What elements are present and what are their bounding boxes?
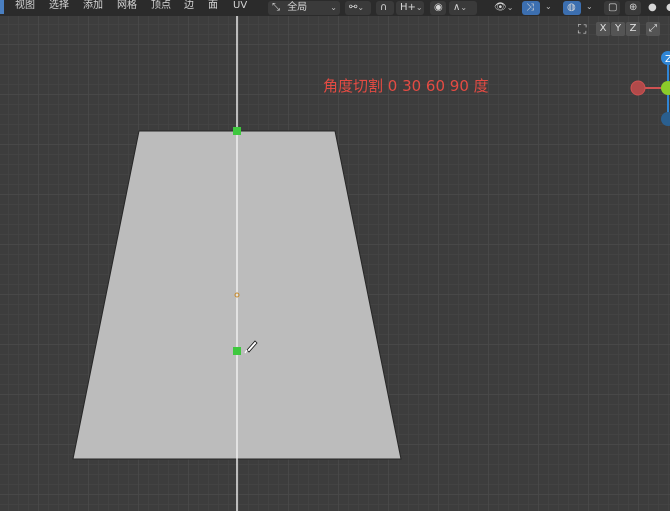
gizmo-z-negative[interactable] — [661, 112, 670, 126]
solid-shading-icon: ● — [648, 2, 657, 13]
menu-item-select[interactable]: 选择 — [49, 0, 69, 12]
selected-vertex-mid[interactable] — [233, 347, 241, 355]
header-bar: 视图 选择 添加 网格 顶点 边 面 UV ⤡ 全局 ⌄ ⚯⌄ ∩ H+⌄ ◉ … — [0, 0, 670, 16]
hint-text: 角度切割 0 30 60 90 度 — [323, 77, 489, 95]
navigation-gizmo[interactable]: Z — [620, 45, 670, 135]
maximize-icon[interactable]: ⤢ — [646, 22, 660, 36]
lock-axis-icon: ⛶ — [578, 22, 587, 36]
cursor-tool-icon: ⤨ — [526, 2, 534, 13]
pivot-link-dropdown[interactable]: ⚯⌄ — [345, 1, 371, 15]
menu-item-mesh[interactable]: 网格 — [117, 0, 137, 12]
transform-orientation-dropdown[interactable]: ⤡ 全局 ⌄ — [268, 1, 340, 15]
menu-item-add[interactable]: 添加 — [83, 0, 103, 12]
solid-shading-button[interactable]: ● — [644, 1, 660, 15]
chevron-down-icon[interactable]: ⌄ — [586, 1, 593, 13]
menu-item-edge[interactable]: 边 — [184, 0, 194, 12]
material-shading-icon: ◐ — [666, 2, 670, 13]
snap-target-dropdown[interactable]: H+⌄ — [396, 1, 424, 15]
visibility-dropdown[interactable]: 👁⌄ — [490, 1, 518, 15]
overlay-toggle[interactable]: ◍ — [563, 1, 581, 15]
chevron-down-icon: ⌄ — [460, 3, 468, 12]
selected-vertex-top[interactable] — [233, 127, 241, 135]
axis-y-button[interactable]: Y — [611, 22, 625, 36]
falloff-dropdown[interactable]: ∧⌄ — [449, 1, 477, 15]
xray-toggle[interactable]: ▢ — [604, 1, 620, 15]
axis-z-button[interactable]: Z — [626, 22, 640, 36]
menu-item-uv[interactable]: UV — [233, 0, 247, 12]
eye-icon: 👁 — [494, 2, 507, 13]
editor-type-button[interactable] — [0, 0, 4, 14]
chevron-down-icon: ⌄ — [506, 3, 514, 12]
snap-toggle[interactable]: ∩ — [376, 1, 394, 15]
wireframe-icon: ▢ — [608, 2, 618, 13]
menu-item-face[interactable]: 面 — [208, 0, 218, 12]
chevron-down-icon: ⌄ — [357, 3, 365, 12]
snap-label: H+ — [400, 2, 416, 13]
menu-item-view[interactable]: 视图 — [15, 0, 35, 12]
wireframe-shading-button[interactable]: ⊕ — [625, 1, 641, 15]
menu-item-vertex[interactable]: 顶点 — [151, 0, 171, 12]
gizmo-x-negative[interactable] — [630, 80, 646, 96]
overlay-icon: ◍ — [567, 2, 576, 13]
globe-icon: ⊕ — [629, 2, 638, 13]
proportional-editing-toggle[interactable]: ◉ — [430, 1, 446, 15]
chevron-down-icon: ⌄ — [415, 3, 423, 12]
chevron-down-icon[interactable]: ⌄ — [545, 1, 552, 13]
axis-x-button[interactable]: X — [596, 22, 610, 36]
transform-orientation-icon: ⤡ — [272, 2, 280, 13]
chevron-down-icon: ⌄ — [330, 3, 337, 12]
transform-orientation-value: 全局 — [287, 2, 308, 13]
gizmo-y-positive[interactable] — [661, 81, 670, 95]
proportional-icon: ◉ — [434, 2, 443, 13]
material-shading-button[interactable]: ◐ — [662, 1, 670, 15]
gizmo-z-label: Z — [665, 54, 670, 65]
gizmo-toggle[interactable]: ⤨ — [522, 1, 540, 15]
magnet-icon: ∩ — [380, 2, 388, 13]
